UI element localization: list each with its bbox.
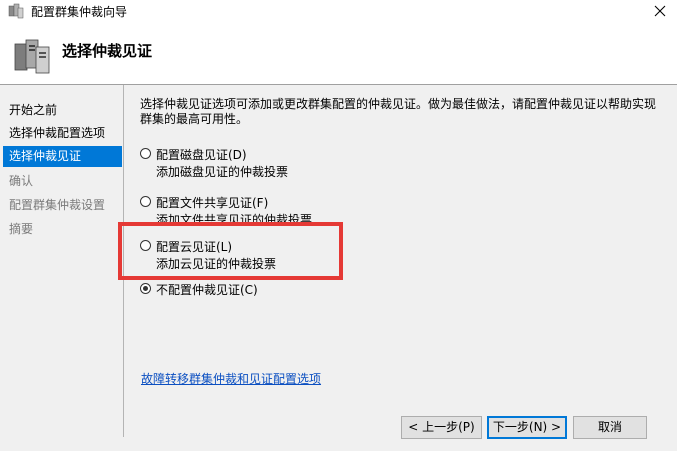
option-file-share-witness-label[interactable]: 配置文件共享见证(F) bbox=[156, 194, 268, 211]
wizard-window: 配置群集仲裁向导 选择仲裁见证 开始之前 选择仲裁配置选项 选择仲裁见证 确认 … bbox=[0, 0, 677, 451]
close-icon bbox=[654, 5, 666, 17]
option-no-witness-label[interactable]: 不配置仲裁见证(C) bbox=[156, 281, 258, 298]
cancel-button[interactable]: 取消 bbox=[573, 416, 647, 439]
next-button[interactable]: 下一步(N) > bbox=[487, 416, 567, 439]
close-button[interactable] bbox=[643, 0, 677, 22]
option-disk-witness-desc: 添加磁盘见证的仲裁投票 bbox=[156, 165, 289, 179]
previous-button[interactable]: < 上一步(P) bbox=[401, 416, 482, 439]
option-disk-witness-label[interactable]: 配置磁盘见证(D) bbox=[156, 146, 247, 163]
nav-step-summary: 摘要 bbox=[9, 222, 34, 236]
nav-step-select-quorum-witness[interactable]: 选择仲裁见证 bbox=[3, 146, 122, 167]
page-description: 选择仲裁见证选项可添加或更改群集配置的仲裁见证。做为最佳做法，请配置仲裁见证以帮… bbox=[140, 97, 657, 126]
radio-file-share-witness[interactable] bbox=[140, 196, 151, 207]
wizard-steps-nav: 开始之前 选择仲裁配置选项 选择仲裁见证 确认 配置群集仲裁设置 摘要 bbox=[0, 92, 122, 432]
nav-step-before-you-begin[interactable]: 开始之前 bbox=[3, 100, 122, 121]
title-bar: 配置群集仲裁向导 bbox=[0, 0, 677, 22]
quorum-options-help-link[interactable]: 故障转移群集仲裁和见证配置选项 bbox=[141, 370, 321, 387]
wizard-header: 选择仲裁见证 bbox=[0, 22, 677, 84]
window-title: 配置群集仲裁向导 bbox=[31, 5, 128, 19]
highlight-box bbox=[118, 222, 343, 280]
cluster-servers-icon bbox=[14, 39, 50, 74]
nav-step-quorum-config-option[interactable]: 选择仲裁配置选项 bbox=[3, 123, 122, 144]
nav-step-configure-settings: 配置群集仲裁设置 bbox=[9, 198, 106, 212]
radio-no-witness[interactable] bbox=[140, 283, 151, 294]
nav-step-confirm: 确认 bbox=[9, 174, 34, 188]
radio-disk-witness[interactable] bbox=[140, 148, 151, 159]
cluster-app-icon bbox=[8, 3, 24, 19]
page-title: 选择仲裁见证 bbox=[62, 42, 153, 60]
